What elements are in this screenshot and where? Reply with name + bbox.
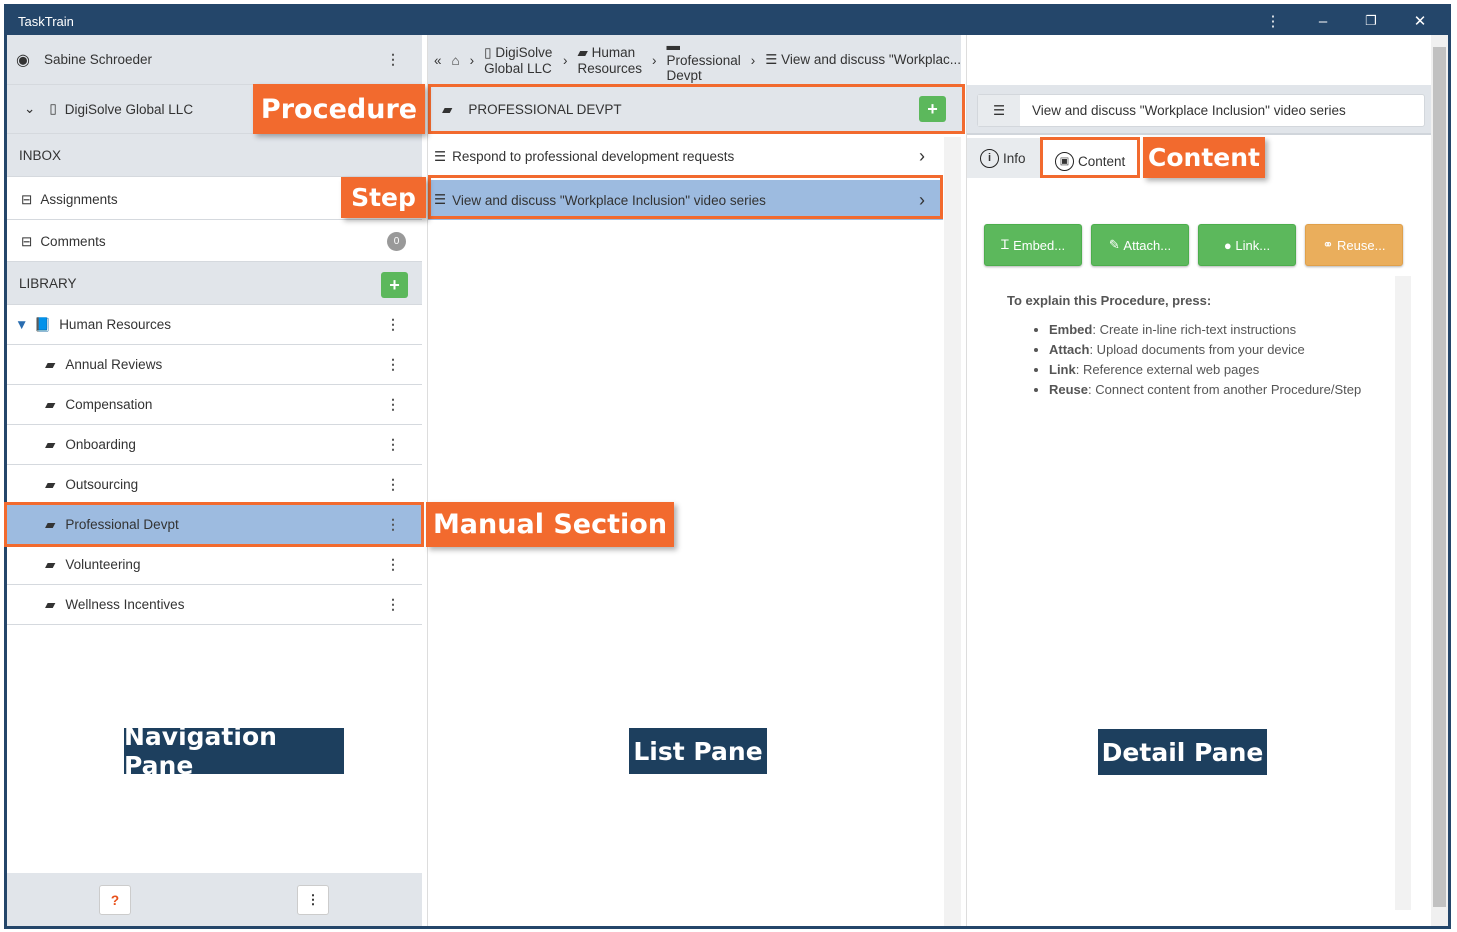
tree-item-label: Outsourcing — [65, 477, 139, 492]
manual-icon: 📘 — [34, 316, 52, 332]
restore-button[interactable]: ❐ — [1351, 7, 1391, 35]
help-bullet: Link: Reference external web pages — [1049, 360, 1361, 380]
close-button[interactable]: ✕ — [1400, 7, 1440, 35]
comments-count-badge: 0 — [387, 232, 406, 251]
label-detail-pane: Detail Pane — [1098, 729, 1267, 775]
info-icon: i — [980, 148, 999, 168]
add-library-button[interactable]: + — [381, 272, 408, 298]
tree-item-human-resources[interactable]: ▼ 📘 Human Resources ⋮ — [7, 305, 422, 345]
help-button[interactable]: ? — [99, 885, 131, 915]
chevron-right-icon: › — [919, 146, 925, 166]
breadcrumb-step[interactable]: ☰ View and discuss "Workplac... — [765, 52, 961, 68]
help-intro: To explain this Procedure, press: — [1007, 293, 1212, 308]
chevron-down-icon[interactable]: ⌄ — [24, 101, 35, 117]
comments-label: Comments — [40, 234, 106, 249]
folder-open-icon: ▰ — [45, 356, 56, 372]
nav-item-comments[interactable]: ⊟ Comments 0 — [7, 222, 422, 262]
caret-down-icon[interactable]: ▼ — [15, 317, 28, 332]
content-tab-highlight — [1040, 137, 1140, 178]
item-menu-icon[interactable]: ⋮ — [386, 596, 400, 613]
link-button[interactable]: ● Link... — [1198, 224, 1296, 266]
step-item[interactable]: ☰ Respond to professional development req… — [428, 137, 943, 177]
breadcrumb-manual[interactable]: ▰ Human Resources — [577, 45, 642, 76]
help-bullet: Attach: Upload documents from your devic… — [1049, 340, 1361, 360]
content-help: To explain this Procedure, press: Embed:… — [1007, 293, 1361, 400]
tab-label: Info — [1003, 150, 1026, 166]
tree-item-label: Compensation — [65, 397, 153, 412]
detail-header: ☰ View and discuss "Workplace Inclusion"… — [967, 85, 1431, 135]
list-pane: «⌂ › ▯ DigiSolve Global LLC › ▰ Human Reso… — [427, 35, 962, 926]
minimize-button[interactable]: – — [1303, 7, 1343, 35]
item-menu-icon[interactable]: ⋮ — [386, 476, 400, 493]
numbered-list-icon: ☰ — [434, 148, 447, 164]
callout-procedure: Procedure — [253, 84, 425, 134]
tree-item-label: Onboarding — [65, 437, 136, 452]
item-menu-icon[interactable]: ⋮ — [386, 316, 400, 333]
item-menu-icon[interactable]: ⋮ — [386, 396, 400, 413]
step-highlight — [428, 175, 943, 219]
collapse-icon[interactable]: « — [434, 53, 442, 68]
reuse-button[interactable]: ⚭ Reuse... — [1305, 224, 1403, 266]
assignments-label: Assignments — [40, 192, 118, 207]
section-highlight — [4, 502, 424, 547]
breadcrumb: «⌂ › ▯ DigiSolve Global LLC › ▰ Human Reso… — [428, 35, 961, 85]
numbered-list-icon: ☰ — [978, 95, 1020, 126]
step-label: Respond to professional development requ… — [452, 149, 735, 164]
label-list-pane: List Pane — [629, 728, 767, 774]
library-label: LIBRARY — [19, 275, 77, 291]
tree-item-label: Wellness Incentives — [65, 597, 185, 612]
callout-step: Step — [341, 177, 426, 218]
inbox-header: INBOX — [7, 134, 422, 177]
more-icon[interactable]: ⋮ — [1253, 7, 1293, 35]
tree-item-label: Volunteering — [65, 557, 141, 572]
more-button[interactable]: ⋮ — [297, 885, 329, 915]
library-header: LIBRARY + — [7, 262, 422, 305]
list-scrollbar[interactable] — [944, 137, 961, 926]
folder-open-icon: ▰ — [45, 556, 56, 572]
app-title: TaskTrain — [18, 13, 74, 29]
org-name: DigiSolve Global LLC — [64, 101, 194, 117]
help-bullet: Reuse: Connect content from another Proc… — [1049, 380, 1361, 400]
embed-button[interactable]: Ꮖ Embed... — [984, 224, 1082, 266]
tree-item-label: Human Resources — [59, 317, 171, 332]
detail-scrollbar[interactable] — [1395, 276, 1411, 910]
breadcrumb-org[interactable]: ▯ DigiSolve Global LLC — [484, 45, 553, 76]
tree-item-label: Annual Reviews — [65, 357, 163, 372]
folder-open-icon: ▰ — [45, 596, 56, 612]
step-title-field[interactable]: View and discuss "Workplace Inclusion" v… — [1032, 103, 1346, 118]
tree-item-section[interactable]: ▰ Outsourcing ⋮ — [7, 465, 422, 505]
inbox-label: INBOX — [19, 147, 62, 163]
window-scrollbar[interactable] — [1431, 35, 1448, 926]
callout-manual-section: Manual Section — [426, 502, 674, 547]
item-menu-icon[interactable]: ⋮ — [386, 556, 400, 573]
attach-button[interactable]: ✎ Attach... — [1091, 224, 1189, 266]
user-name: Sabine Schroeder — [43, 52, 153, 67]
user-row[interactable]: ◉ Sabine Schroeder ⋮ — [7, 35, 422, 85]
tree-item-section[interactable]: ▰ Annual Reviews ⋮ — [7, 345, 422, 385]
help-bullet: Embed: Create in-line rich-text instruct… — [1049, 320, 1361, 340]
inbox-icon: ⊟ — [21, 233, 33, 249]
building-icon: ▯ — [49, 101, 57, 116]
label-navigation-pane: Navigation Pane — [124, 722, 344, 780]
folder-open-icon: ▰ — [45, 436, 56, 452]
tab-info[interactable]: i Info — [967, 138, 1042, 178]
procedure-highlight — [428, 84, 965, 134]
nav-footer: ? ⋮ — [7, 873, 422, 926]
tree-item-section[interactable]: ▰ Volunteering ⋮ — [7, 545, 422, 585]
folder-open-icon: ▰ — [45, 396, 56, 412]
breadcrumb-section[interactable]: ▬ Professional Devpt — [666, 38, 740, 83]
tree-item-section[interactable]: ▰ Wellness Incentives ⋮ — [7, 585, 422, 625]
title-bar: TaskTrain ⋮ – ❐ ✕ — [7, 7, 1448, 35]
tree-item-section[interactable]: ▰ Compensation ⋮ — [7, 385, 422, 425]
inbox-icon: ⊟ — [21, 191, 33, 207]
user-icon: ◉ — [16, 51, 30, 69]
item-menu-icon[interactable]: ⋮ — [386, 356, 400, 373]
home-icon[interactable]: ⌂ — [452, 53, 460, 68]
callout-content: Content — [1143, 137, 1265, 178]
user-menu-icon[interactable]: ⋮ — [386, 51, 400, 68]
item-menu-icon[interactable]: ⋮ — [386, 436, 400, 453]
folder-open-icon: ▰ — [45, 476, 56, 492]
tree-item-section[interactable]: ▰ Onboarding ⋮ — [7, 425, 422, 465]
navigation-pane: ◉ Sabine Schroeder ⋮ ⌄ ▯ DigiSolve Globa… — [7, 35, 422, 926]
